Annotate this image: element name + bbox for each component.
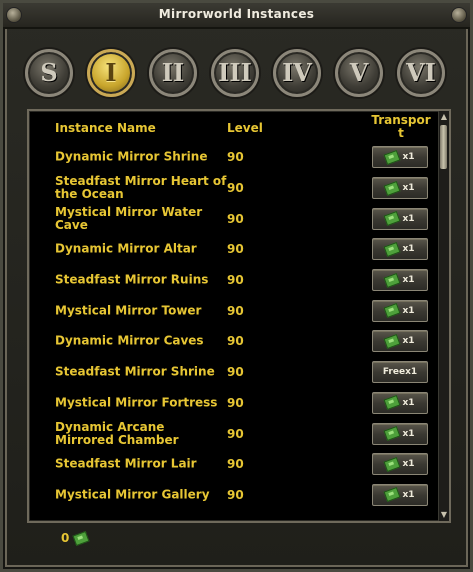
ticket-icon <box>383 272 401 288</box>
instance-list-panel: Instance Name Level Transpor t Dynamic M… <box>27 109 451 523</box>
table-row: Steadfast Mirror Shrine 90 Freex1 <box>29 357 439 388</box>
instance-name: Mystical Mirror Tower <box>55 303 202 318</box>
ticket-icon <box>383 303 401 319</box>
transport-label: x1 <box>402 152 415 163</box>
scrollbar-thumb[interactable] <box>440 125 447 169</box>
ticket-icon <box>383 333 401 350</box>
transport-button[interactable]: x1 <box>372 177 428 200</box>
transport-label: x1 <box>402 183 415 194</box>
transport-button[interactable]: x1 <box>372 330 428 353</box>
transport-button[interactable]: x1 <box>372 238 428 261</box>
transport-label: x1 <box>402 305 415 316</box>
transport-button[interactable]: x1 <box>372 146 428 169</box>
mirrorworld-window: Mirrorworld Instances S I II III IV V VI… <box>0 0 473 572</box>
instance-name: Dynamic Mirror Altar <box>55 241 197 256</box>
ticket-icon <box>383 211 401 227</box>
window-title: Mirrorworld Instances <box>158 7 315 21</box>
tab-s[interactable]: S <box>25 49 73 97</box>
tab-ii[interactable]: II <box>149 49 197 97</box>
tab-vi[interactable]: VI <box>397 49 445 97</box>
table-row: Steadfast Mirror Lair 90 x1 <box>29 449 439 480</box>
ticket-count: 0 <box>61 531 70 545</box>
tab-v[interactable]: V <box>335 49 383 97</box>
instance-name: Steadfast Mirror Shrine <box>55 364 215 379</box>
transport-label: x1 <box>402 213 415 224</box>
ticket-icon <box>383 149 401 165</box>
table-row: Dynamic Arcane Mirrored Chamber 90 x1 <box>29 418 439 449</box>
instance-level: 90 <box>227 211 244 226</box>
tier-tabs: S I II III IV V VI <box>25 49 455 101</box>
scrollbar[interactable]: ▲ ▼ <box>438 111 449 521</box>
column-header-name: Instance Name <box>55 121 156 135</box>
column-header-transport: Transpor t <box>371 113 431 140</box>
transport-button[interactable]: x1 <box>372 207 428 230</box>
instance-name: Mystical Mirror Gallery <box>55 487 210 502</box>
scroll-down-icon[interactable]: ▼ <box>440 510 448 520</box>
ticket-icon <box>383 395 401 411</box>
title-bar[interactable]: Mirrorworld Instances <box>3 3 470 29</box>
transport-label: x1 <box>402 336 415 347</box>
transport-button[interactable]: x1 <box>372 422 428 445</box>
instance-name: Dynamic Mirror Caves <box>55 333 204 348</box>
ticket-icon <box>383 241 401 257</box>
transport-button-free[interactable]: Freex1 <box>372 361 428 384</box>
transport-button[interactable]: x1 <box>372 483 428 506</box>
transport-label: x1 <box>402 244 415 255</box>
instance-name: Steadfast Mirror Lair <box>55 456 197 471</box>
transport-label: x1 <box>402 275 415 286</box>
instance-level: 90 <box>227 150 244 165</box>
tab-iv[interactable]: IV <box>273 49 321 97</box>
instance-level: 90 <box>227 181 244 196</box>
table-row: Steadfast Mirror Heart of the Ocean 90 x… <box>29 173 439 204</box>
instance-name: Steadfast Mirror Ruins <box>55 272 209 287</box>
instance-name: Dynamic Mirror Shrine <box>55 149 208 164</box>
table-row: Mystical Mirror Gallery 90 x1 <box>29 480 439 511</box>
ticket-icon <box>383 487 401 503</box>
transport-button[interactable]: x1 <box>372 453 428 476</box>
instance-level: 90 <box>227 457 244 472</box>
instance-name: Mystical Mirror Fortress <box>55 395 218 410</box>
corner-rivet-icon <box>451 7 467 23</box>
transport-button[interactable]: x1 <box>372 299 428 322</box>
instance-name: Dynamic Arcane Mirrored Chamber <box>55 419 179 447</box>
instance-level: 90 <box>227 273 244 288</box>
instance-level: 90 <box>227 334 244 349</box>
table-row: Steadfast Mirror Ruins 90 x1 <box>29 265 439 296</box>
transport-label: x1 <box>402 397 415 408</box>
tab-i[interactable]: I <box>87 49 135 97</box>
ticket-icon <box>383 425 401 442</box>
transport-button[interactable]: x1 <box>372 391 428 414</box>
transport-label: Freex1 <box>382 367 418 378</box>
table-row: Dynamic Mirror Shrine 90 x1 <box>29 142 439 173</box>
tab-iii[interactable]: III <box>211 49 259 97</box>
ticket-icon <box>383 456 401 472</box>
table-row: Mystical Mirror Water Cave 90 x1 <box>29 203 439 234</box>
table-row: Dynamic Mirror Altar 90 x1 <box>29 234 439 265</box>
instance-level: 90 <box>227 487 244 502</box>
transport-label: x1 <box>402 428 415 439</box>
ticket-balance: 0 <box>61 530 90 546</box>
instance-level: 90 <box>227 303 244 318</box>
ticket-icon <box>383 180 401 196</box>
transport-label: x1 <box>402 459 415 470</box>
transport-button[interactable]: x1 <box>372 269 428 292</box>
instance-rows: Dynamic Mirror Shrine 90 x1 Steadfast Mi… <box>29 142 439 510</box>
scroll-up-icon[interactable]: ▲ <box>440 112 448 122</box>
instance-level: 90 <box>227 426 244 441</box>
instance-name: Mystical Mirror Water Cave <box>55 204 203 232</box>
instance-level: 90 <box>227 395 244 410</box>
table-row: Mystical Mirror Fortress 90 x1 <box>29 388 439 419</box>
instance-name: Steadfast Mirror Heart of the Ocean <box>55 174 227 202</box>
instance-level: 90 <box>227 365 244 380</box>
ticket-icon <box>72 530 90 546</box>
table-row: Mystical Mirror Tower 90 x1 <box>29 295 439 326</box>
transport-label: x1 <box>402 489 415 500</box>
column-header-level: Level <box>227 121 263 135</box>
instance-level: 90 <box>227 242 244 257</box>
table-row: Dynamic Mirror Caves 90 x1 <box>29 326 439 357</box>
